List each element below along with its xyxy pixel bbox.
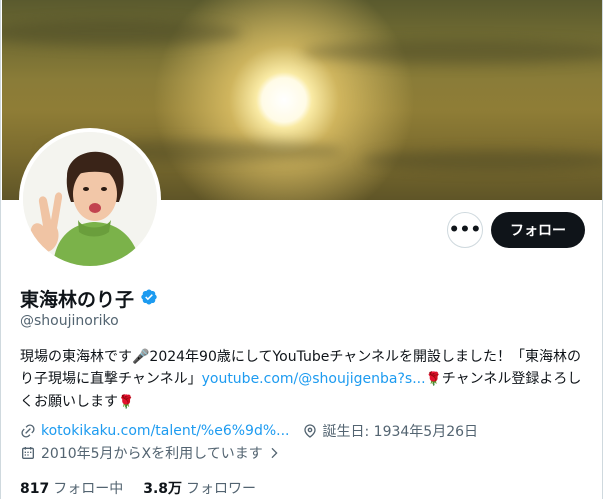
birthday-text: 誕生日: 1934年5月26日 bbox=[322, 424, 479, 440]
user-handle: @shoujinoriko bbox=[20, 313, 119, 329]
avatar-photo bbox=[23, 132, 157, 266]
following-count: 817 bbox=[20, 481, 50, 497]
follow-stats: 817 フォロー中 3.8万 フォロワー bbox=[20, 478, 256, 498]
rose-emoji: 🌹 bbox=[118, 395, 135, 410]
profile-meta-row: kotokikaku.com/talent/%e6%9d%... 誕生日: 19… bbox=[20, 421, 478, 441]
following-label: フォロー中 bbox=[53, 481, 124, 497]
profile-page: ••• フォロー 東海林のり子 @shoujinoriko 現場の東海林です🎤2… bbox=[0, 0, 603, 499]
more-options-button[interactable]: ••• bbox=[447, 212, 483, 248]
following-link[interactable]: 817 フォロー中 bbox=[20, 478, 123, 498]
chevron-right-icon bbox=[271, 447, 278, 459]
profile-bio: 現場の東海林です🎤2024年90歳にしてYouTubeチャンネルを開設しました！… bbox=[20, 346, 588, 414]
follow-button[interactable]: フォロー bbox=[491, 212, 585, 248]
link-icon bbox=[21, 424, 35, 438]
birthday-item: 誕生日: 1934年5月26日 bbox=[302, 421, 479, 441]
banner-cloud bbox=[362, 150, 602, 170]
profile-avatar[interactable] bbox=[19, 128, 161, 270]
joined-text: 2010年5月からXを利用しています bbox=[41, 446, 263, 462]
followers-label: フォロワー bbox=[186, 481, 257, 497]
banner-cloud bbox=[302, 40, 602, 64]
banner-cloud bbox=[2, 20, 242, 46]
more-icon: ••• bbox=[448, 220, 482, 240]
rose-emoji: 🌹 bbox=[425, 372, 442, 387]
website-link[interactable]: kotokikaku.com/talent/%e6%9d%... bbox=[41, 423, 290, 439]
display-name: 東海林のり子 bbox=[20, 289, 135, 311]
verified-badge-icon[interactable] bbox=[140, 288, 158, 310]
joined-row[interactable]: 2010年5月からXを利用しています bbox=[20, 443, 281, 463]
followers-link[interactable]: 3.8万 フォロワー bbox=[143, 478, 256, 498]
followers-count: 3.8万 bbox=[143, 481, 183, 497]
follow-button-label: フォロー bbox=[510, 223, 566, 239]
location-icon bbox=[303, 424, 316, 438]
display-name-row: 東海林のり子 bbox=[20, 285, 158, 312]
calendar-icon bbox=[22, 447, 34, 459]
website-item[interactable]: kotokikaku.com/talent/%e6%9d%... bbox=[20, 423, 290, 439]
bio-youtube-link[interactable]: youtube.com/@shoujigenba?s... bbox=[202, 371, 426, 387]
